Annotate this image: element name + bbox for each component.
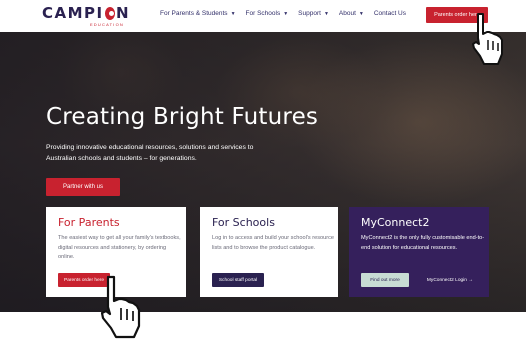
hero-description: Providing innovative educational resourc… — [46, 144, 254, 162]
myconnect2-login-link[interactable]: MyConnect2 Login → — [421, 273, 479, 287]
nav-item-label: About — [338, 10, 356, 17]
logo-text-right: N — [115, 4, 130, 22]
logo-subtitle: EDUCATION — [89, 22, 124, 27]
logo-text-left: CAMPI — [42, 4, 104, 22]
nav-item-contact[interactable]: Contact Us — [374, 10, 406, 17]
site-header: CAMPI N EDUCATION For Parents & Students… — [0, 0, 526, 32]
nav-item-parents-students[interactable]: For Parents & Students ▼ — [160, 10, 236, 17]
hero-title: Creating Bright Futures — [46, 104, 319, 130]
card-for-schools: For Schools Log in to access and build y… — [200, 207, 338, 297]
nav-item-label: For Schools — [245, 10, 281, 17]
card-title: For Schools — [212, 216, 275, 229]
chevron-down-icon: ▼ — [323, 10, 329, 17]
nav-item-about[interactable]: About ▼ — [339, 10, 364, 17]
pointer-cursor-icon — [100, 275, 141, 339]
logo-o-icon — [104, 6, 115, 20]
partner-with-us-button[interactable]: Partner with us — [46, 178, 120, 196]
main-nav: For Parents & Students ▼ For Schools ▼ S… — [160, 10, 416, 17]
pointer-cursor-icon — [472, 13, 503, 65]
card-title: For Parents — [58, 216, 120, 229]
nav-item-schools[interactable]: For Schools ▼ — [246, 10, 289, 17]
card-description: MyConnect2 is the only fully customisabl… — [361, 235, 485, 251]
card-description: The easiest way to get all your family's… — [58, 235, 181, 260]
page: CAMPI N EDUCATION For Parents & Students… — [0, 0, 526, 347]
card-title: MyConnect2 — [361, 216, 430, 229]
nav-item-label: For Parents & Students — [160, 10, 228, 17]
chevron-down-icon: ▼ — [283, 10, 289, 17]
nav-item-label: Support — [298, 10, 321, 17]
find-out-more-button[interactable]: Find out more — [361, 273, 409, 287]
campion-logo[interactable]: CAMPI N EDUCATION — [42, 5, 130, 29]
card-myconnect2: MyConnect2 MyConnect2 is the only fully … — [349, 207, 489, 297]
school-staff-portal-button[interactable]: School staff portal — [212, 273, 264, 287]
nav-item-label: Contact Us — [373, 10, 406, 17]
chevron-down-icon: ▼ — [358, 10, 364, 17]
card-description: Log in to access and build your school's… — [212, 235, 335, 251]
nav-item-support[interactable]: Support ▼ — [298, 10, 329, 17]
chevron-down-icon: ▼ — [230, 10, 236, 17]
